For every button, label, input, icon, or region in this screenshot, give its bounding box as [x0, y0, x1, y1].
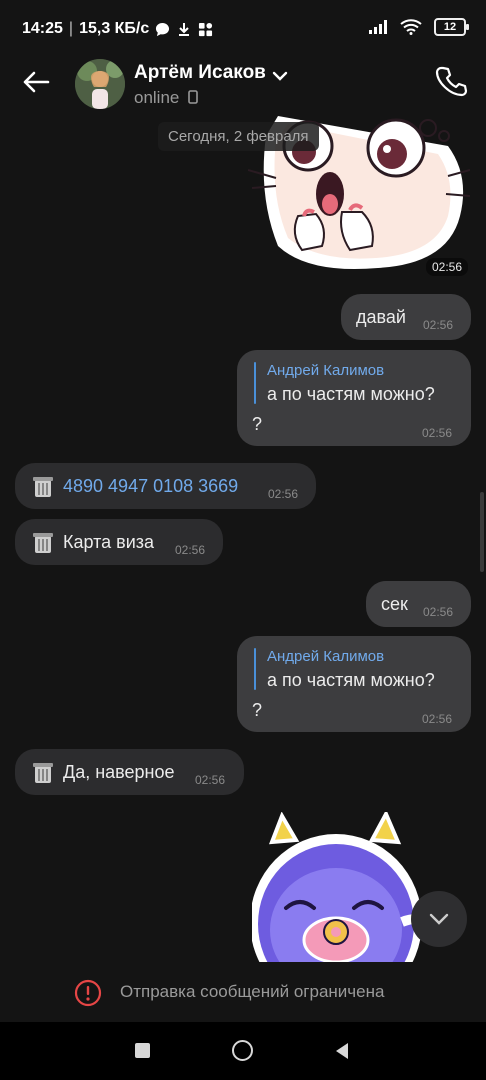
message-text: ?	[252, 700, 263, 720]
status-text: online	[134, 88, 180, 107]
nav-circle-icon[interactable]	[232, 1040, 253, 1061]
quote-author[interactable]: Андрей Калимов	[267, 362, 384, 379]
message-text: Карта виза	[63, 532, 155, 552]
avatar[interactable]	[75, 59, 125, 109]
trash-icon	[33, 533, 53, 553]
mobile-device-icon	[188, 90, 198, 104]
message-list[interactable]: Сегодня, 2 февраля 02:56 давай 02:56 Анд…	[0, 116, 486, 962]
message-time: 02:56	[268, 487, 299, 501]
status-bar: 14:25 | 15,3 КБ/с 12	[0, 0, 486, 56]
chat-header: Артём Исаков online	[0, 56, 486, 116]
signal-icon	[369, 20, 387, 34]
status-right: 12	[368, 18, 469, 36]
message-bubble-incoming[interactable]: Да, наверное 02:56	[15, 749, 244, 795]
message-time: 02:56	[195, 773, 226, 787]
restriction-text: Отправка сообщений ограничена	[120, 982, 385, 1001]
message-text: сек	[381, 594, 408, 614]
warning-icon	[74, 979, 102, 1007]
avatar-image	[75, 59, 125, 109]
message-time: 02:56	[175, 543, 206, 557]
apps-icon	[199, 22, 213, 36]
quote-bar	[254, 362, 256, 404]
message-time: 02:56	[423, 318, 454, 332]
message-bubble-outgoing[interactable]: давай 02:56	[341, 294, 471, 340]
back-arrow-icon[interactable]	[20, 66, 52, 98]
status-separator: |	[68, 20, 74, 37]
contact-name[interactable]: Артём Исаков	[134, 62, 266, 84]
message-bubble-outgoing[interactable]: сек 02:56	[366, 581, 471, 627]
message-text: давай	[356, 307, 406, 327]
quote-text: а по частям можно?	[267, 384, 435, 404]
message-bubble-incoming[interactable]: Карта виза 02:56	[15, 519, 223, 565]
download-icon	[179, 23, 190, 36]
trash-icon	[33, 477, 53, 497]
message-time: 02:56	[426, 258, 469, 276]
clock: 14:25	[22, 20, 63, 37]
nav-square-icon[interactable]	[135, 1043, 150, 1058]
scrollbar[interactable]	[480, 492, 484, 572]
battery-icon: 12	[434, 18, 469, 36]
message-text: ?	[252, 414, 263, 434]
message-time: 02:56	[422, 712, 453, 726]
network-speed: 15,3 КБ/с	[79, 20, 150, 37]
trash-icon	[33, 763, 53, 783]
scroll-to-bottom-button[interactable]	[411, 891, 467, 947]
message-time: 02:56	[422, 426, 453, 440]
nav-triangle-icon[interactable]	[334, 1042, 350, 1060]
wifi-icon	[400, 19, 422, 35]
restriction-banner: Отправка сообщений ограничена	[0, 962, 486, 1022]
message-time: 02:56	[423, 605, 454, 619]
message-bubble-outgoing-reply[interactable]: Андрей Калимов а по частям можно? ? 02:5…	[237, 636, 471, 732]
quote-author[interactable]: Андрей Калимов	[267, 648, 384, 665]
system-navigation-bar	[0, 1022, 486, 1080]
quote-bar	[254, 648, 256, 690]
card-number-link[interactable]: 4890 4947 0108 3669	[63, 476, 238, 497]
quote-text: а по частям можно?	[267, 670, 435, 690]
status-left: 14:25 | 15,3 КБ/с	[22, 20, 213, 38]
message-notification-icon	[156, 22, 170, 36]
chevron-down-scroll-icon	[429, 913, 449, 925]
message-bubble-outgoing-reply[interactable]: Андрей Калимов а по частям можно? ? 02:5…	[237, 350, 471, 446]
message-bubble-incoming[interactable]: 4890 4947 0108 3669 02:56	[15, 463, 316, 509]
date-separator: Сегодня, 2 февраля	[158, 122, 319, 151]
message-text: Да, наверное	[63, 762, 175, 782]
chevron-down-icon[interactable]	[272, 70, 288, 82]
contact-status: online	[134, 88, 198, 108]
phone-icon[interactable]	[434, 64, 468, 98]
